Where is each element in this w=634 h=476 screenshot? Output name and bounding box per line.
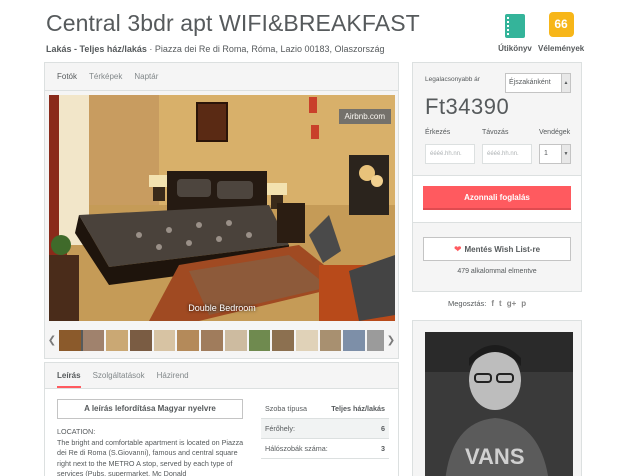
listing-type: Lakás - Teljes ház/lakás	[46, 44, 147, 54]
photo-thumbnail[interactable]	[201, 329, 223, 351]
row-value: Teljes ház/lakás	[331, 404, 385, 413]
reviews-count-badge: 66	[548, 12, 574, 37]
reviews-label: Vélemények	[538, 44, 585, 53]
guidebook-label: Útikönyv	[498, 44, 532, 53]
checkin-label: Érkezés	[425, 129, 451, 136]
price-period-value: Éjszakánként	[509, 79, 551, 86]
guidebook-icon	[505, 14, 525, 38]
checkout-input[interactable]: éééé.hh.nn.	[482, 144, 532, 164]
photo-thumbnail[interactable]	[366, 329, 384, 351]
tab-description[interactable]: Leírás	[57, 371, 81, 388]
booking-panel: Legalacsonyabb ár Ft34390 Éjszakánként ▲…	[412, 62, 582, 292]
checkout-label: Távozás	[482, 129, 509, 136]
listing-subtitle: Lakás - Teljes ház/lakás · Piazza dei Re…	[46, 44, 385, 54]
translate-button[interactable]: A leírás lefordítása Magyar nyelvre	[57, 399, 243, 419]
share-bar: Megosztás: f t g+ p	[448, 299, 526, 308]
description-body: The bright and comfortable apartment is …	[57, 437, 244, 476]
airbnb-watermark-badge: Airbnb.com	[338, 109, 391, 124]
guests-select[interactable]: 1 ▼	[539, 144, 571, 164]
chevron-right-icon[interactable]: ❯	[384, 335, 398, 346]
photo-caption: Double Bedroom	[188, 303, 256, 313]
heart-icon: ❤	[453, 244, 462, 254]
description-text: LOCATION: The bright and comfortable apa…	[57, 427, 249, 476]
svg-text:VANS: VANS	[465, 444, 525, 469]
photo-thumbnail[interactable]	[82, 329, 105, 351]
twitter-icon[interactable]: t	[499, 299, 502, 308]
photo-thumbnail[interactable]	[248, 329, 271, 351]
thumbnail-strip: ❮ ❯	[45, 327, 398, 353]
photo-thumbnail[interactable]	[224, 329, 247, 351]
listing-title: Central 3bdr apt WIFI&BREAKFAST	[46, 10, 420, 36]
photo-thumbnail[interactable]	[177, 329, 200, 351]
tab-photos[interactable]: Fotók	[57, 72, 77, 81]
photo-tabs: Fotók Térképek Naptár	[45, 63, 398, 91]
host-portrait-image: VANS	[425, 332, 573, 476]
description-panel: Leírás Szolgáltatások Házirend A leírás …	[44, 362, 399, 476]
table-row: Szoba típusa Teljes ház/lakás	[261, 399, 389, 419]
photo-thumbnail[interactable]	[153, 329, 176, 351]
host-panel: VANS	[412, 320, 582, 476]
row-label: Férőhely:	[265, 424, 295, 433]
tab-calendar[interactable]: Naptár	[134, 72, 158, 81]
host-avatar[interactable]: VANS	[425, 332, 573, 476]
share-label: Megosztás:	[448, 299, 487, 308]
tab-amenities[interactable]: Szolgáltatások	[93, 371, 145, 380]
photo-thumbnail[interactable]	[106, 329, 129, 351]
photo-thumbnail[interactable]	[130, 329, 152, 351]
table-row: Férőhely: 6	[261, 419, 389, 439]
price-period-select[interactable]: Éjszakánként ▲	[505, 73, 571, 93]
room-details-table: Szoba típusa Teljes ház/lakás Férőhely: 6 …	[261, 399, 389, 459]
dropdown-arrow-icon: ▼	[561, 145, 570, 163]
tab-house-rules[interactable]: Házirend	[157, 371, 189, 380]
main-photo[interactable]: Airbnb.com Double Bedroom	[49, 95, 395, 321]
wishlist-label: Mentés Wish List-re	[464, 245, 541, 254]
save-wishlist-button[interactable]: ❤ Mentés Wish List-re	[423, 237, 571, 261]
row-value: 3	[381, 444, 385, 453]
pinterest-icon[interactable]: p	[521, 299, 526, 308]
table-row: Hálószobák száma: 3	[261, 439, 389, 459]
reviews-button[interactable]: 66 Vélemények	[538, 12, 584, 53]
listing-address: · Piazza dei Re di Roma, Róma, Lazio 001…	[146, 44, 385, 54]
photo-thumbnail[interactable]	[319, 329, 342, 351]
bedroom-photo-image	[49, 95, 395, 321]
row-label: Hálószobák száma:	[265, 444, 328, 453]
google-plus-icon[interactable]: g+	[507, 299, 517, 308]
photo-thumbnail[interactable]	[272, 329, 294, 351]
checkin-input[interactable]: éééé.hh.nn.	[425, 144, 475, 164]
photo-thumbnail[interactable]	[295, 329, 318, 351]
photo-panel: Fotók Térképek Naptár Airbnb.com Double …	[44, 62, 399, 359]
wishlist-count: 479 alkalommal elmentve	[457, 268, 537, 275]
price-label: Legalacsonyabb ár	[425, 76, 480, 83]
facebook-icon[interactable]: f	[491, 299, 494, 308]
location-label: LOCATION:	[57, 427, 96, 436]
thumbnail-row	[59, 329, 384, 351]
price-value: Ft34390	[425, 94, 510, 119]
description-tabs: Leírás Szolgáltatások Házirend	[45, 363, 398, 389]
instant-book-button[interactable]: Azonnali foglalás	[423, 186, 571, 210]
photo-thumbnail[interactable]	[343, 329, 365, 351]
guidebook-button[interactable]: Útikönyv	[498, 14, 532, 53]
guests-value: 1	[544, 150, 548, 157]
row-value: 6	[381, 424, 385, 433]
book-section: Azonnali foglalás	[413, 175, 581, 223]
tab-maps[interactable]: Térképek	[89, 72, 122, 81]
photo-thumbnail[interactable]	[59, 329, 83, 351]
guests-label: Vendégek	[539, 129, 571, 136]
dropdown-arrow-icon: ▲	[561, 74, 570, 92]
row-label: Szoba típusa	[265, 404, 307, 413]
chevron-left-icon[interactable]: ❮	[45, 335, 59, 346]
